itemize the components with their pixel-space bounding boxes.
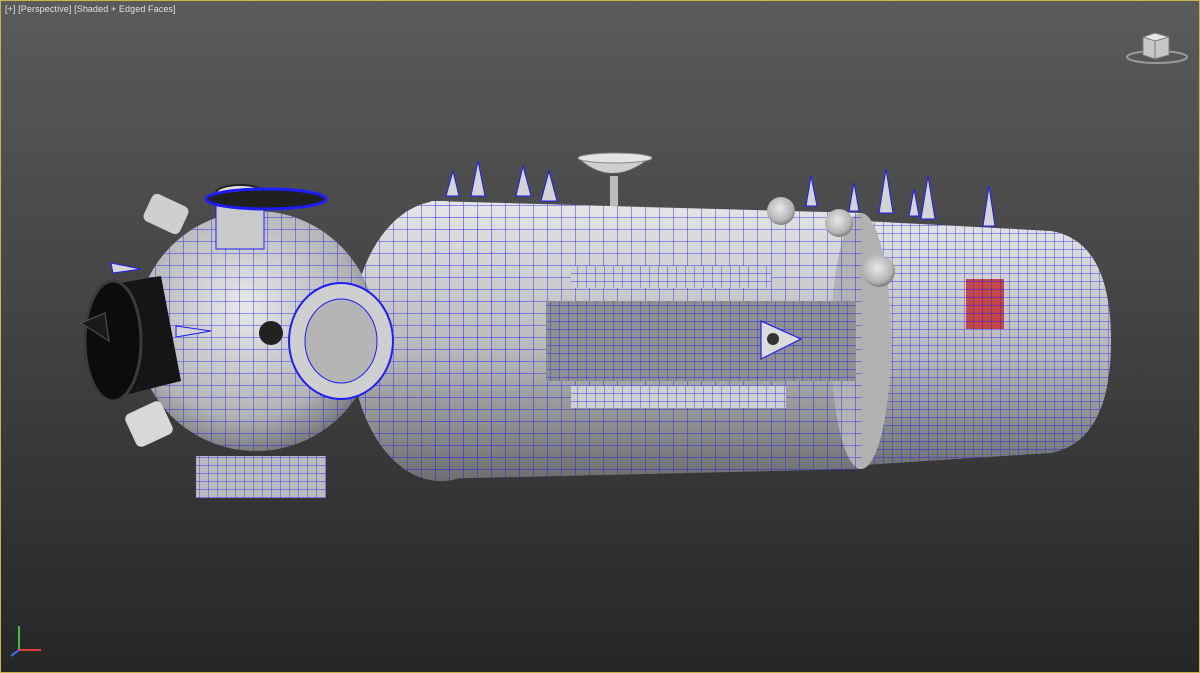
viewport-shading-mode[interactable]: [Shaded + Edged Faces] — [74, 4, 176, 14]
perspective-viewport[interactable]: [+] [Perspective] [Shaded + Edged Faces] — [0, 0, 1200, 673]
dish-antenna — [577, 152, 653, 206]
viewport-label[interactable]: [+] [Perspective] [Shaded + Edged Faces] — [5, 4, 176, 14]
spherical-node — [79, 184, 394, 498]
space-station-model — [79, 152, 1111, 498]
main-module — [351, 201, 891, 481]
viewport-menu-plus[interactable]: [+] — [5, 4, 18, 14]
viewport-view-type[interactable]: [Perspective] — [18, 4, 74, 14]
viewcube-icon[interactable] — [1125, 27, 1189, 67]
axis-tripod-icon — [10, 626, 41, 657]
top-docking-ring — [204, 187, 328, 211]
